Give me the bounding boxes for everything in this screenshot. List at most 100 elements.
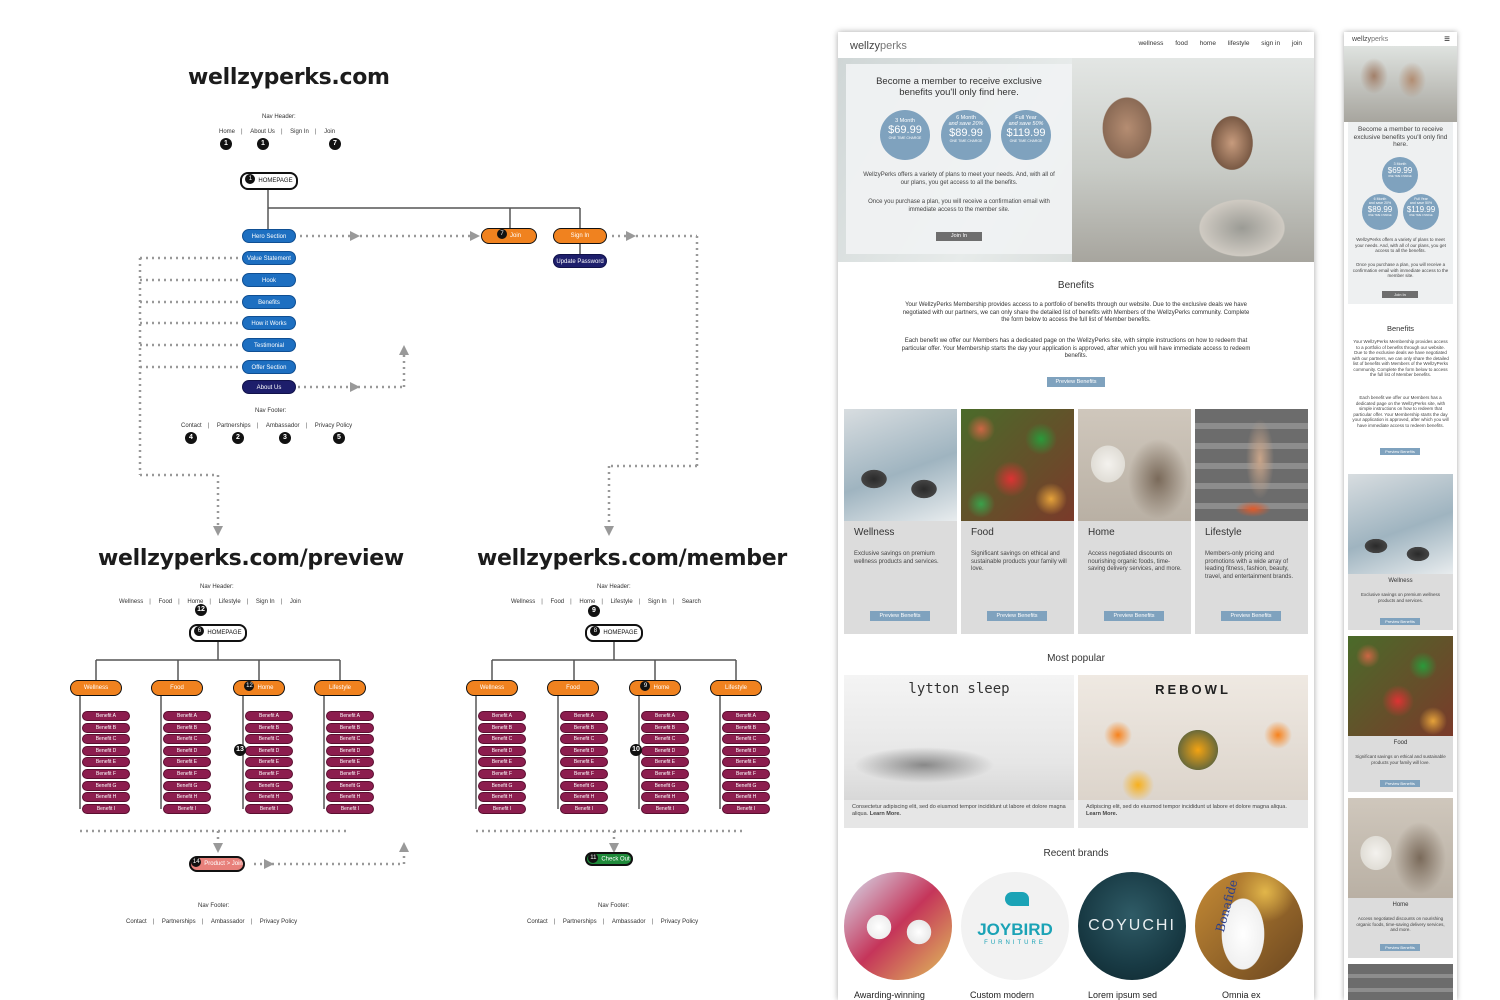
brand-2-caption: Custom modern (970, 990, 1035, 1000)
home-nav-about: About Us (250, 129, 275, 135)
member-benefit-node: Benefit D (478, 745, 526, 756)
card-lifestyle[interactable]: Lifestyle Members-only pricing and promo… (1195, 409, 1308, 634)
preview-footer-partnerships: Partnerships (161, 919, 196, 925)
wellness-photo (844, 409, 957, 521)
desktop-logo[interactable]: wellzyperks (850, 40, 907, 52)
logo-wellzy: wellzy (850, 40, 880, 52)
rebowl-logo: REBOWL (1155, 682, 1231, 697)
home-nav-about-number: 1 (257, 138, 269, 150)
plan-note: ONE TIME CHARGE (1409, 214, 1433, 217)
preview-root-label: HOMEPAGE (207, 630, 242, 636)
checkout-node: 11 Check Out (585, 852, 633, 866)
mobile-card-food[interactable]: Food Significant savings on ethical and … (1348, 636, 1453, 792)
card-home[interactable]: Home Access negotiated discounts on nour… (1078, 409, 1191, 634)
brand-3-caption: Lorem ipsum sed (1088, 990, 1158, 1000)
member-cat-home: 9 Home (629, 680, 681, 696)
learn-more-link[interactable]: Learn More. (1086, 811, 1117, 817)
plan-full-year[interactable]: Full Year and save 50% $119.99 ONE TIME … (1001, 110, 1051, 160)
mobile-card-preview-button[interactable]: Preview Benefits (1380, 618, 1420, 625)
brand-joybird-logo[interactable]: JOYBIRD FURNITURE (961, 872, 1069, 980)
learn-more-link[interactable]: Learn More. (870, 811, 901, 817)
bird-icon (1005, 892, 1029, 906)
member-sitemap-title: wellzyperks.com/member (477, 546, 787, 571)
member-benefit-node: Benefit D (641, 745, 689, 756)
preview-nav-food: Food (158, 599, 173, 605)
home-footer-ambassador: Ambassador (265, 423, 300, 429)
member-benefit-node: Benefit I (641, 803, 689, 814)
member-benefit-node: Benefit D (560, 745, 608, 756)
preview-footer-contact: Contact (126, 919, 147, 925)
mobile-card-title: Food (1393, 740, 1408, 746)
plan-price: $119.99 (1006, 127, 1046, 139)
nav-join[interactable]: join (1292, 40, 1302, 47)
section-hero: Hero Section (242, 229, 296, 243)
mobile-card-home[interactable]: Home Access negotiated discounts on nour… (1348, 798, 1453, 958)
hamburger-menu-icon[interactable]: ≡ (1444, 34, 1450, 45)
nav-sign-in[interactable]: sign in (1261, 40, 1280, 47)
recent-brands-title: Recent brands (1043, 848, 1109, 859)
popular-rebowl[interactable]: REBOWL Adipiscing elit, sed do eiusmod t… (1078, 675, 1308, 828)
nav-wellness[interactable]: wellness (1138, 40, 1163, 47)
mobile-logo[interactable]: wellzyperks (1352, 36, 1388, 43)
mobile-hero-photo (1344, 46, 1457, 122)
mobile-card-desc: Exclusive savings on premium wellness pr… (1360, 592, 1441, 603)
home-footer-partnerships-number: 2 (232, 432, 244, 444)
mobile-plan-full-year[interactable]: Full Year and save 50% $119.99 ONE TIME … (1403, 194, 1439, 230)
card-preview-button[interactable]: Preview Benefits (870, 611, 930, 621)
member-benefit-node: Benefit I (722, 803, 770, 814)
preview-benefit-node: Benefit F (82, 769, 130, 779)
mobile-join-in-button[interactable]: Join In (1382, 291, 1418, 298)
card-preview-button[interactable]: Preview Benefits (1221, 611, 1281, 621)
mobile-card-preview-button[interactable]: Preview Benefits (1380, 944, 1420, 951)
preview-nav-number: 12 (195, 604, 207, 616)
mobile-plan-3-month[interactable]: 3 Month $69.99 ONE TIME CHARGE (1382, 157, 1418, 193)
card-preview-button[interactable]: Preview Benefits (1104, 611, 1164, 621)
member-benefit-node: Benefit H (722, 792, 770, 803)
member-home-label: Home (653, 685, 670, 691)
preview-benefit-node: Benefit D (163, 745, 211, 756)
preview-benefit-number: 13 (234, 744, 246, 756)
preview-footer-row: Contact | Partnerships | Ambassador | Priva… (126, 919, 298, 925)
preview-benefits-button[interactable]: Preview Benefits (1047, 377, 1105, 387)
member-benefit-node: Benefit A (478, 711, 526, 721)
member-benefit-node: Benefit G (722, 780, 770, 791)
join-node-number: 7 (496, 229, 507, 240)
member-nav-row: Wellness | Food | Home | Lifestyle | Sign In… (511, 599, 701, 605)
mobile-mockup: wellzyperks ≡ Become a member to receive… (1344, 32, 1457, 1000)
popular-text: Adipiscing elit, sed do eiusmod tempor i… (1086, 804, 1287, 810)
mobile-card-wellness[interactable]: Wellness Exclusive savings on premium we… (1348, 474, 1453, 630)
home-photo (1078, 409, 1191, 521)
preview-benefit-node: Benefit B (326, 722, 374, 733)
popular-lytton-sleep[interactable]: lytton sleep Consectetur adipiscing elit… (844, 675, 1074, 828)
preview-nav-caption: Nav Header: (200, 584, 234, 590)
member-benefit-node: Benefit D (722, 745, 770, 756)
hero-couple-photo (1072, 58, 1314, 262)
plan-3-month[interactable]: 3 Month $69.99 ONE TIME CHARGE (880, 110, 930, 160)
card-food[interactable]: Food Significant savings on ethical and … (961, 409, 1074, 634)
homepage-sitemap-title: wellzyperks.com (188, 65, 390, 90)
join-node-label: Join (509, 233, 521, 239)
preview-home-number: 12 (244, 681, 255, 692)
plan-6-month[interactable]: 6 Month and save 20% $89.99 ONE TIME CHA… (941, 110, 991, 160)
preview-benefit-node: Benefit C (245, 734, 293, 745)
brand-coyuchi-logo[interactable]: COYUCHI (1078, 872, 1186, 980)
preview-benefit-node: Benefit H (326, 792, 374, 803)
card-wellness[interactable]: Wellness Exclusive savings on premium we… (844, 409, 957, 634)
brand-bonafide-logo[interactable]: Bonafide (1195, 872, 1303, 980)
join-in-button[interactable]: Join In (936, 232, 982, 241)
preview-benefit-node: Benefit D (245, 745, 293, 756)
mobile-card-preview-button[interactable]: Preview Benefits (1380, 780, 1420, 787)
mobile-preview-benefits-button[interactable]: Preview Benefits (1380, 448, 1420, 455)
card-preview-button[interactable]: Preview Benefits (987, 611, 1047, 621)
card-title: Lifestyle (1205, 527, 1242, 538)
member-nav-wellness: Wellness (511, 599, 536, 605)
signin-node: Sign In (553, 228, 607, 244)
brand-1-logo[interactable] (844, 872, 952, 980)
member-benefit-node: Benefit C (641, 734, 689, 745)
nav-food[interactable]: food (1175, 40, 1188, 47)
nav-home[interactable]: home (1200, 40, 1216, 47)
mobile-plan-6-month[interactable]: 6 Month and save 20% $89.99 ONE TIME CHA… (1362, 194, 1398, 230)
member-benefit-node: Benefit H (560, 792, 608, 803)
member-cat-wellness: Wellness (466, 680, 518, 696)
nav-lifestyle[interactable]: lifestyle (1228, 40, 1250, 47)
